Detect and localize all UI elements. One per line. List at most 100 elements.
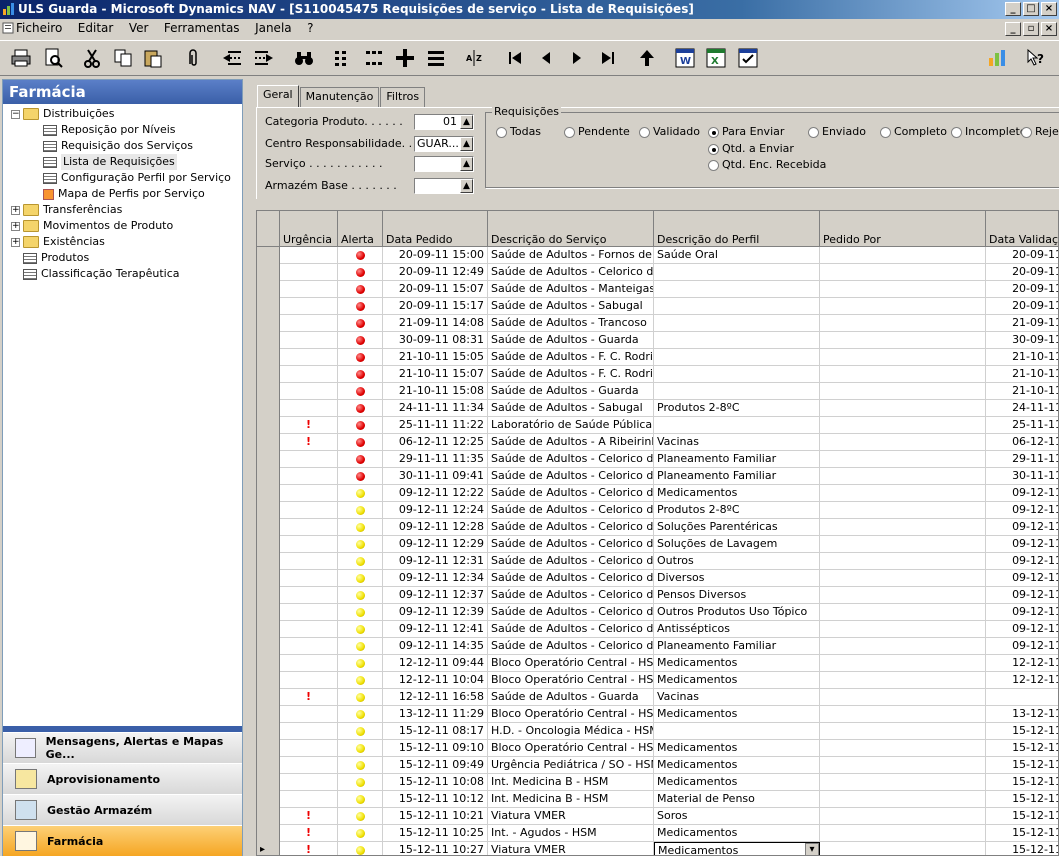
radio-enviado[interactable]: Enviado	[808, 125, 866, 139]
help-icon[interactable]: ?	[1024, 47, 1048, 69]
radio-rejeitado[interactable]: Rejei	[1021, 125, 1059, 139]
radio-para-enviar[interactable]: Para Enviar	[708, 125, 784, 139]
lookup-arrow-icon[interactable]: ▲	[460, 157, 473, 171]
table-row[interactable]: 15-12-11 10:08 Int. Medicina B - HSM Medic…	[257, 774, 1058, 791]
row-selector[interactable]	[257, 247, 280, 264]
table-row[interactable]: 29-11-11 11:35 Saúde de Adultos - Celoric…	[257, 451, 1058, 468]
menu-ver[interactable]: Ver	[129, 21, 149, 35]
tree-item[interactable]: Mapa de Perfis por Serviço	[43, 186, 205, 202]
table-row[interactable]: 15-12-11 09:10 Bloco Operatório Central -…	[257, 740, 1058, 757]
row-selector[interactable]	[257, 791, 280, 808]
tree-item[interactable]: Configuração Perfil por Serviço	[43, 170, 231, 186]
lookup-arrow-icon[interactable]: ▲	[460, 137, 473, 151]
dropdown-arrow-icon[interactable]: ▾	[805, 843, 819, 855]
last-icon[interactable]	[596, 47, 620, 69]
table-row[interactable]: 20-09-11 15:07 Saúde de Adultos - Manteig…	[257, 281, 1058, 298]
armazem-field[interactable]: ▲	[414, 178, 474, 194]
cell-perfil[interactable]: Medicamentos	[654, 842, 820, 855]
close-button[interactable]: ×	[1041, 2, 1057, 16]
table-row[interactable]: ! 06-12-11 12:25 Saúde de Adultos - A Ribe…	[257, 434, 1058, 451]
tree-item[interactable]: − Distribuições	[11, 106, 114, 122]
row-selector[interactable]	[257, 689, 280, 706]
grid3-icon[interactable]	[393, 47, 417, 69]
row-selector[interactable]	[257, 774, 280, 791]
row-selector[interactable]	[257, 825, 280, 842]
nav-button-gestao-armazem[interactable]: Gestão Armazém	[3, 794, 242, 825]
table-row[interactable]: 12-12-11 10:04 Bloco Operatório Central -…	[257, 672, 1058, 689]
radio-qtd-recebida[interactable]: Qtd. Enc. Recebida	[708, 158, 826, 172]
table-row[interactable]: 09-12-11 14:35 Saúde de Adultos - Celoric…	[257, 638, 1058, 655]
lookup-arrow-icon[interactable]: ▲	[460, 179, 473, 193]
row-selector[interactable]	[257, 604, 280, 621]
table-row[interactable]: 30-11-11 09:41 Saúde de Adultos - Celoric…	[257, 468, 1058, 485]
table-row[interactable]: 21-09-11 14:08 Saúde de Adultos - Trancos…	[257, 315, 1058, 332]
row-selector[interactable]	[257, 740, 280, 757]
table-row[interactable]: 09-12-11 12:41 Saúde de Adultos - Celoric…	[257, 621, 1058, 638]
column-header-perfil[interactable]: Descrição do Perfil	[654, 211, 820, 247]
row-selector[interactable]	[257, 434, 280, 451]
word-icon[interactable]: W	[673, 47, 697, 69]
tree-item[interactable]: Produtos	[11, 250, 89, 266]
table-row[interactable]: 09-12-11 12:29 Saúde de Adultos - Celoric…	[257, 536, 1058, 553]
tree-item[interactable]: + Movimentos de Produto	[11, 218, 173, 234]
tab-geral[interactable]: Geral	[257, 85, 299, 107]
table-row[interactable]: 09-12-11 12:34 Saúde de Adultos - Celoric…	[257, 570, 1058, 587]
menu-janela[interactable]: Janela	[255, 21, 292, 35]
copy-icon[interactable]	[111, 47, 135, 69]
row-selector[interactable]	[257, 808, 280, 825]
table-row[interactable]: ! 12-12-11 16:58 Saúde de Adultos - Guarda…	[257, 689, 1058, 706]
tree-item[interactable]: + Existências	[11, 234, 105, 250]
menu-ferramentas[interactable]: Ferramentas	[164, 21, 240, 35]
row-selector[interactable]	[257, 570, 280, 587]
table-row[interactable]: 20-09-11 15:00 Saúde de Adultos - Fornos …	[257, 247, 1058, 264]
row-selector[interactable]	[257, 757, 280, 774]
table-row[interactable]: 21-10-11 15:07 Saúde de Adultos - F. C. R…	[257, 366, 1058, 383]
table-row[interactable]: 09-12-11 12:31 Saúde de Adultos - Celoric…	[257, 553, 1058, 570]
column-header-alerta[interactable]: Alerta	[338, 211, 383, 247]
document-icon[interactable]	[2, 22, 14, 34]
row-selector[interactable]	[257, 264, 280, 281]
row-selector[interactable]	[257, 315, 280, 332]
paste-icon[interactable]	[141, 47, 165, 69]
table-row[interactable]: ! 15-12-11 10:25 Int. - Agudos - HSM Medica…	[257, 825, 1058, 842]
menu-help[interactable]: ?	[307, 21, 313, 35]
collapse-icon[interactable]: −	[11, 109, 20, 119]
table-row[interactable]: 20-09-11 15:17 Saúde de Adultos - Sabugal…	[257, 298, 1058, 315]
row-selector[interactable]	[257, 468, 280, 485]
excel-icon[interactable]: X	[704, 47, 728, 69]
first-icon[interactable]	[503, 47, 527, 69]
previous-icon[interactable]	[534, 47, 558, 69]
indent-right-icon[interactable]	[252, 47, 276, 69]
menu-ficheiro[interactable]: Ficheiro	[16, 21, 62, 35]
next-icon[interactable]	[565, 47, 589, 69]
table-row[interactable]: 20-09-11 12:49 Saúde de Adultos - Celoric…	[257, 264, 1058, 281]
servico-field[interactable]: ▲	[414, 156, 474, 172]
table-row[interactable]: 15-12-11 09:49 Urgência Pediátrica / SO -…	[257, 757, 1058, 774]
table-row[interactable]: 24-11-11 11:34 Saúde de Adultos - Sabugal…	[257, 400, 1058, 417]
maximize-button[interactable]: □	[1023, 2, 1039, 16]
column-header-data-pedido[interactable]: Data Pedido	[383, 211, 488, 247]
table-row[interactable]: 15-12-11 10:12 Int. Medicina B - HSM Mater…	[257, 791, 1058, 808]
print-icon[interactable]	[9, 47, 33, 69]
radio-validado[interactable]: Validado	[639, 125, 700, 139]
row-selector[interactable]	[257, 621, 280, 638]
row-selector[interactable]	[257, 400, 280, 417]
table-row[interactable]: 09-12-11 12:28 Saúde de Adultos - Celoric…	[257, 519, 1058, 536]
child-restore-button[interactable]: ▫	[1023, 22, 1039, 36]
table-row[interactable]: 09-12-11 12:22 Saúde de Adultos - Celoric…	[257, 485, 1058, 502]
table-row[interactable]: 09-12-11 12:24 Saúde de Adultos - Celoric…	[257, 502, 1058, 519]
row-selector[interactable]	[257, 723, 280, 740]
table-row[interactable]: 09-12-11 12:37 Saúde de Adultos - Celoric…	[257, 587, 1058, 604]
row-selector[interactable]	[257, 706, 280, 723]
print-preview-icon[interactable]	[41, 47, 65, 69]
table-row[interactable]: 12-12-11 09:44 Bloco Operatório Central -…	[257, 655, 1058, 672]
column-header-servico[interactable]: Descrição do Serviço	[488, 211, 654, 247]
row-selector[interactable]	[257, 451, 280, 468]
tree-item[interactable]: + Transferências	[11, 202, 122, 218]
radio-qtd-enviar[interactable]: Qtd. a Enviar	[708, 142, 794, 156]
checklist-icon[interactable]	[736, 47, 760, 69]
tab-filtros[interactable]: Filtros	[380, 87, 426, 107]
minimize-button[interactable]: _	[1005, 2, 1021, 16]
tab-manutencao[interactable]: Manutenção	[299, 87, 380, 107]
table-row[interactable]: 09-12-11 12:39 Saúde de Adultos - Celoric…	[257, 604, 1058, 621]
